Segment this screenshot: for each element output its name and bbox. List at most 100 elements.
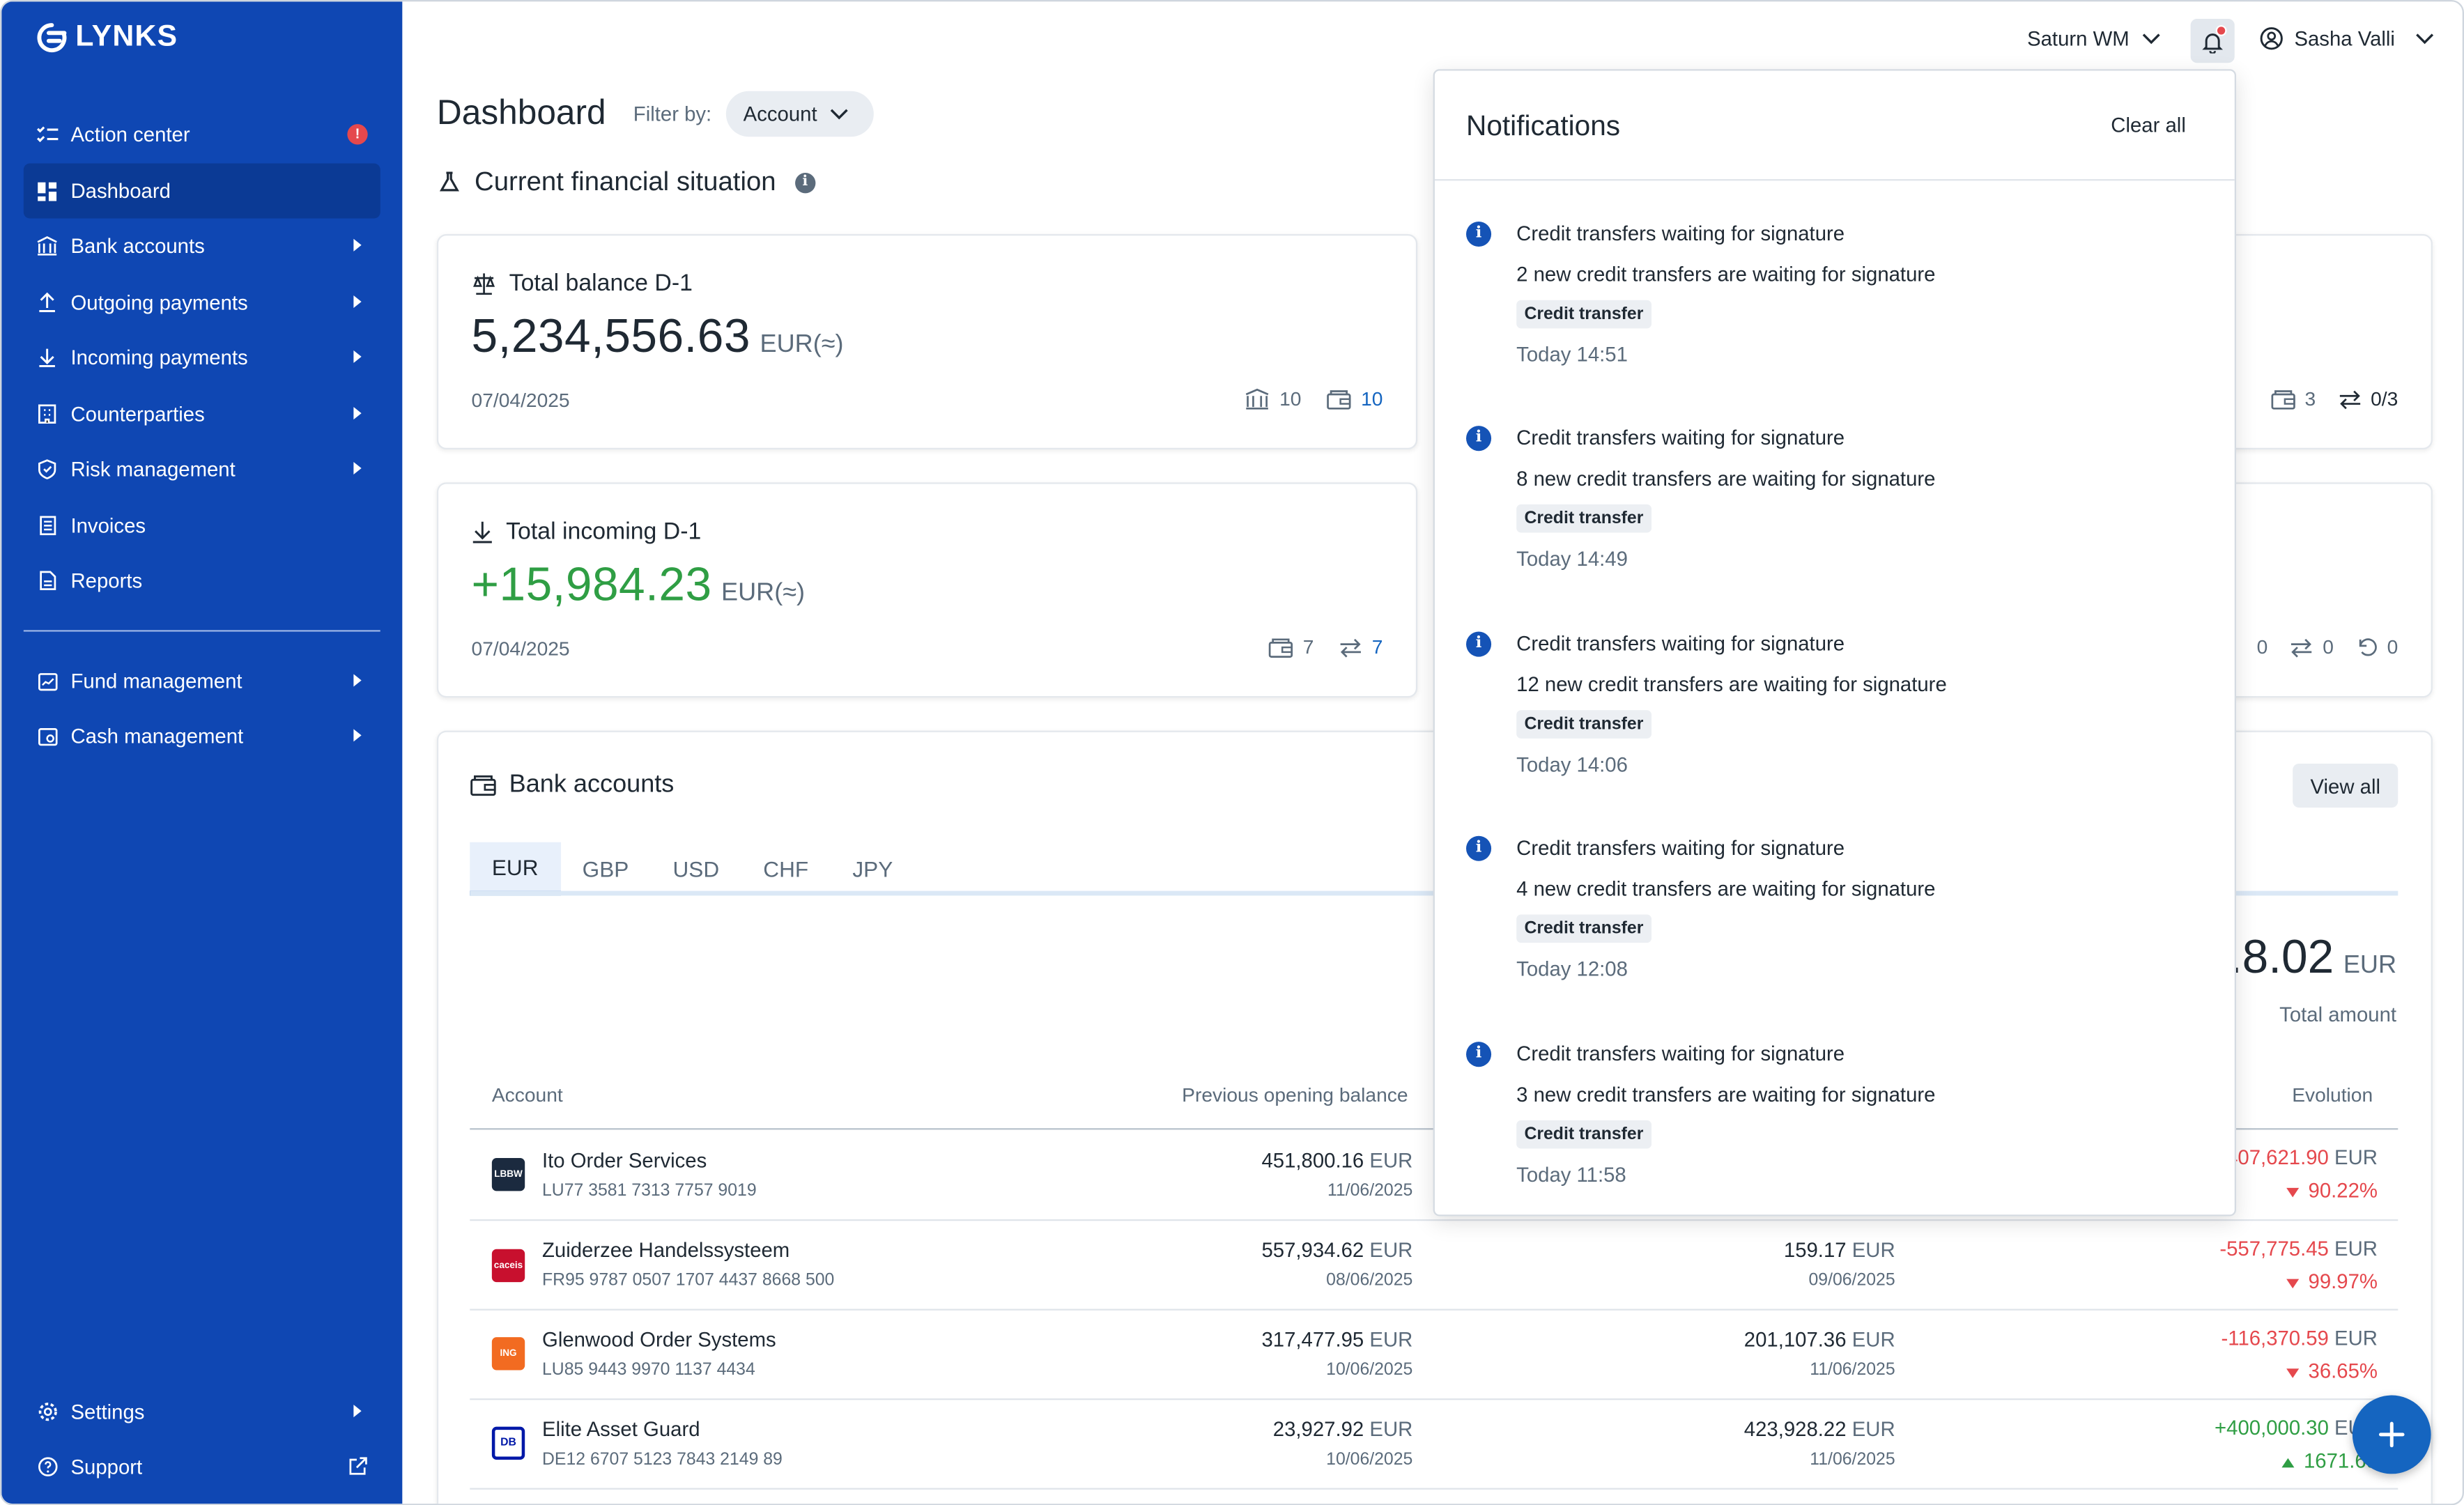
amount: 317,477.95	[1261, 1327, 1364, 1352]
table-row[interactable]: ING Glenwood Order Systems LU85 9443 997…	[470, 1311, 2398, 1398]
company-selector[interactable]: Saturn WM	[2027, 26, 2161, 50]
notification-dot	[2215, 25, 2227, 36]
sidebar-item-label: Fund management	[70, 669, 242, 693]
account-count: 3	[2304, 388, 2316, 410]
column-header-previous-opening-balance[interactable]: Previous opening balance	[1182, 1084, 1408, 1106]
column-header-account[interactable]: Account	[492, 1084, 563, 1106]
account-name: Elite Asset Guard	[542, 1417, 700, 1441]
column-header-evolution[interactable]: Evolution	[2292, 1084, 2373, 1106]
account-count-link[interactable]: 10	[1361, 388, 1383, 410]
unit: EUR	[2334, 1145, 2378, 1169]
caret-right-icon	[353, 461, 362, 475]
account-count: 0	[2256, 636, 2268, 658]
sidebar-item-counterparties[interactable]: Counterparties	[24, 387, 380, 442]
sidebar-item-dashboard[interactable]: Dashboard	[23, 163, 380, 219]
notification-time: Today 12:08	[1516, 957, 1628, 981]
transfer-count-link[interactable]: 7	[1372, 636, 1383, 658]
notification-item[interactable]: i Credit transfers waiting for signature…	[1466, 419, 2205, 608]
add-button[interactable]	[2352, 1395, 2431, 1474]
amount: -116,370.59	[2221, 1326, 2329, 1350]
notifications-button[interactable]	[2190, 19, 2235, 63]
invoice-icon	[36, 515, 59, 537]
arrow-down-icon	[2286, 1278, 2299, 1288]
view-all-button[interactable]: View all	[2293, 763, 2398, 808]
notification-description: 2 new credit transfers are waiting for s…	[1516, 262, 1936, 286]
tab-chf[interactable]: CHF	[741, 842, 831, 896]
percent: 99.97%	[2308, 1269, 2378, 1293]
caret-right-icon	[353, 238, 362, 252]
sidebar-item-label: Outgoing payments	[70, 291, 248, 315]
notifications-panel: Notifications Clear all i Credit transfe…	[1433, 69, 2237, 1217]
bank-logo-db: DB	[491, 1426, 525, 1460]
sidebar-item-label: Action center	[70, 122, 190, 146]
arrow-down-icon	[2286, 1187, 2299, 1197]
filter-label: Filter by:	[633, 102, 712, 126]
sidebar-item-action-center[interactable]: Action center !	[24, 107, 380, 162]
notifications-title: Notifications	[1466, 109, 1621, 141]
notification-description: 4 new credit transfers are waiting for s…	[1516, 877, 1936, 901]
plus-icon	[2378, 1421, 2405, 1448]
sidebar-item-label: Invoices	[70, 514, 146, 538]
undo-icon	[2359, 638, 2377, 656]
chevron-down-icon	[830, 108, 848, 119]
sidebar-item-cash-management[interactable]: Cash management	[24, 709, 380, 764]
right-summary-card-2[interactable]: 0 0 0	[2201, 482, 2433, 698]
sidebar-item-invoices[interactable]: Invoices	[24, 498, 380, 553]
filter-dropdown[interactable]: Account	[725, 91, 874, 137]
notifications-divider	[1434, 179, 2235, 181]
sidebar-item-reports[interactable]: Reports	[24, 553, 380, 608]
current-balance: 423,928.22 EUR	[1744, 1417, 1895, 1441]
notification-item[interactable]: i Credit transfers waiting for signature…	[1466, 215, 2205, 404]
transfer-count: 0/3	[2371, 388, 2398, 410]
previous-balance: 317,477.95 EUR	[1261, 1328, 1412, 1352]
wallet-icon	[1327, 389, 1351, 409]
notification-time: Today 14:51	[1516, 342, 1628, 366]
bank-accounts-title-text: Bank accounts	[509, 771, 675, 798]
chevron-down-icon	[2416, 33, 2434, 44]
account-name: Ito Order Services	[542, 1148, 707, 1173]
unit: EUR	[1369, 1238, 1413, 1262]
sidebar-item-incoming-payments[interactable]: Incoming payments	[24, 330, 380, 385]
sidebar-item-bank-accounts[interactable]: Bank accounts	[24, 218, 380, 273]
notification-item[interactable]: i Credit transfers waiting for signature…	[1466, 626, 2205, 815]
caret-right-icon	[353, 1405, 362, 1418]
notification-item[interactable]: i Credit transfers waiting for signature…	[1466, 1035, 2205, 1224]
tab-usd[interactable]: USD	[651, 842, 741, 896]
clear-all-button[interactable]: Clear all	[2111, 113, 2186, 137]
info-icon[interactable]: i	[794, 171, 816, 193]
total-incoming-card[interactable]: Total incoming D-1 +15,984.23 EUR(≈) 07/0…	[436, 482, 1418, 698]
notification-time: Today 11:58	[1516, 1162, 1626, 1187]
account-iban: LU77 3581 7313 7757 9019	[542, 1181, 757, 1201]
sidebar-item-label: Dashboard	[70, 179, 171, 203]
sidebar-item-support[interactable]: Support	[24, 1440, 380, 1495]
table-row[interactable]: DB Elite Asset Guard DE12 6707 5123 7843…	[470, 1400, 2398, 1488]
sidebar-item-outgoing-payments[interactable]: Outgoing payments	[24, 275, 380, 330]
sidebar-item-fund-management[interactable]: Fund management	[24, 654, 380, 709]
amount: 557,934.62	[1261, 1238, 1364, 1262]
sidebar-item-risk-management[interactable]: Risk management	[24, 442, 380, 497]
account-iban: DE12 6707 5123 7843 2149 89	[542, 1450, 783, 1469]
transfer-count: 0	[2323, 636, 2334, 658]
notification-item[interactable]: i Credit transfers waiting for signature…	[1466, 830, 2205, 1019]
amount: -557,775.45	[2219, 1236, 2329, 1260]
total-balance-card[interactable]: Total balance D-1 5,234,556.63 EUR(≈) 07/…	[436, 234, 1418, 449]
right-summary-card-1[interactable]: 3 0/3	[2201, 234, 2433, 449]
arrow-up-icon	[2281, 1457, 2295, 1467]
user-icon	[2260, 27, 2283, 50]
tab-gbp[interactable]: GBP	[560, 842, 651, 896]
right-card-stats: 3 0/3	[2270, 388, 2398, 410]
user-menu[interactable]: Sasha Valli	[2260, 26, 2434, 50]
sidebar-item-label: Settings	[70, 1400, 145, 1424]
info-icon: i	[1466, 835, 1492, 861]
tab-jpy[interactable]: JPY	[831, 842, 915, 896]
app-logo[interactable]: LYNKS	[35, 20, 178, 55]
evolution-amount: -407,621.90 EUR	[2219, 1145, 2378, 1169]
company-name: Saturn WM	[2027, 26, 2130, 51]
table-row[interactable]: caceis Zuiderzee Handelssysteem FR95 978…	[470, 1221, 2398, 1309]
tab-eur[interactable]: EUR	[470, 842, 561, 896]
sidebar-item-settings[interactable]: Settings	[24, 1384, 380, 1440]
caret-right-icon	[353, 295, 362, 308]
notification-description: 3 new credit transfers are waiting for s…	[1516, 1082, 1936, 1106]
card-title: Total balance D-1	[509, 270, 693, 298]
bank-icon	[36, 235, 59, 257]
